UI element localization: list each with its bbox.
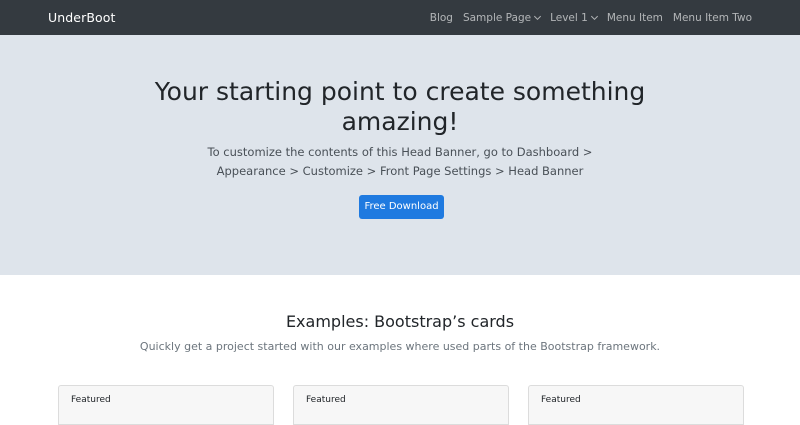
nav-item-label: Menu Item xyxy=(606,11,663,24)
card-header: Featured xyxy=(71,395,111,405)
site-brand[interactable]: UnderBoot xyxy=(48,10,116,25)
free-download-button[interactable]: Free Download xyxy=(359,195,444,219)
example-card-2[interactable]: Featured xyxy=(293,385,509,425)
nav-item-label: Blog xyxy=(429,11,453,24)
nav-item-blog[interactable]: Blog xyxy=(430,12,453,24)
example-card-1[interactable]: Featured xyxy=(58,385,274,425)
nav-item-label: Menu Item Two xyxy=(672,11,752,24)
example-card-3[interactable]: Featured xyxy=(528,385,744,425)
main-menu: Blog Sample Page Level 1 Menu Item Menu … xyxy=(430,12,752,24)
top-navbar: UnderBoot Blog Sample Page Level 1 Menu … xyxy=(0,0,800,35)
nav-item-sample-page[interactable]: Sample Page xyxy=(462,11,542,24)
nav-item-level-1[interactable]: Level 1 xyxy=(550,11,598,24)
card-header: Featured xyxy=(541,395,581,405)
head-banner: Your starting point to create something … xyxy=(0,35,800,275)
nav-item-menu-item-two[interactable]: Menu Item Two xyxy=(673,12,752,24)
chevron-down-icon xyxy=(534,12,542,20)
chevron-down-icon xyxy=(590,12,598,20)
nav-item-label: Level 1 xyxy=(550,11,588,24)
hero-title: Your starting point to create something … xyxy=(154,77,646,136)
nav-item-menu-item[interactable]: Menu Item xyxy=(607,12,663,24)
nav-item-label: Sample Page xyxy=(462,11,532,24)
card-header: Featured xyxy=(306,395,346,405)
hero-lead: To customize the contents of this Head B… xyxy=(207,145,593,178)
examples-lead: Quickly get a project started with our e… xyxy=(139,340,661,353)
examples-title: Examples: Bootstrap’s cards xyxy=(285,312,515,331)
